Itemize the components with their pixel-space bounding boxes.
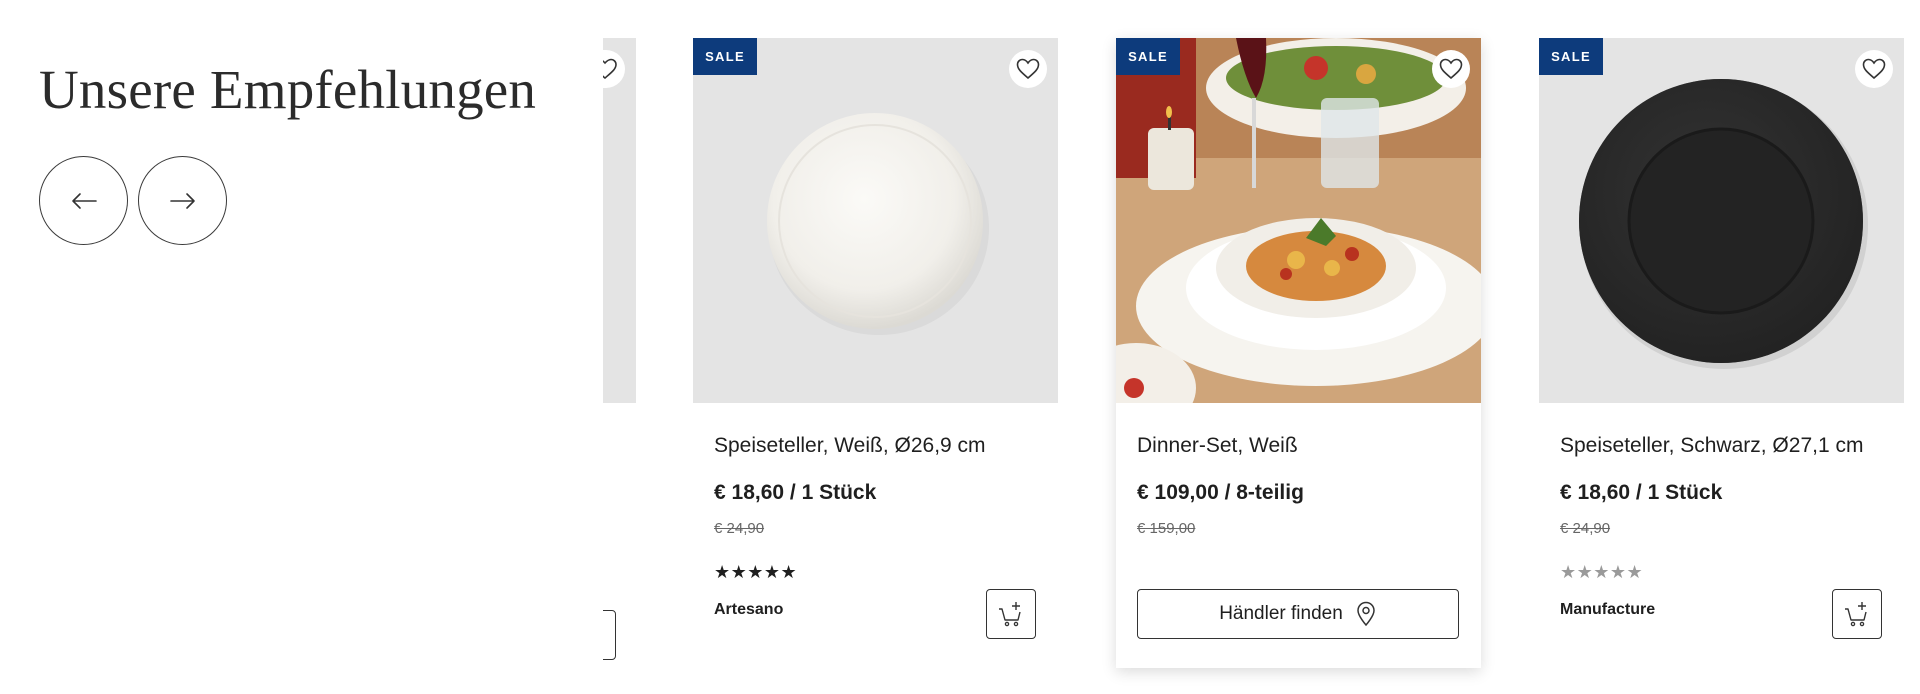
arrow-right-icon xyxy=(169,192,195,209)
heart-icon xyxy=(1862,58,1886,80)
product-price: € 109,00 / 8-teilig xyxy=(1137,481,1304,504)
cart-plus-icon xyxy=(1845,602,1867,627)
product-title[interactable]: Dinner-Set, Weiß xyxy=(1137,434,1298,458)
product-old-price: € 24,90 xyxy=(714,520,765,537)
heart-icon xyxy=(603,58,617,80)
sale-badge: SALE xyxy=(1539,38,1603,75)
product-carousel: SALE Speiseteller, Weiß, Ø26,9 cm € 18,6… xyxy=(603,0,1920,694)
product-brand: Artesano xyxy=(714,601,784,618)
dinner-set-image xyxy=(1116,38,1481,403)
sale-badge: SALE xyxy=(1116,38,1180,75)
product-price: € 18,60 / 1 Stück xyxy=(1560,481,1723,504)
product-image[interactable]: SALE xyxy=(1116,38,1481,403)
cart-plus-icon xyxy=(999,602,1021,627)
wishlist-button[interactable] xyxy=(1009,50,1047,88)
carousel-next-button[interactable] xyxy=(138,156,227,245)
product-title[interactable]: Speiseteller, Weiß, Ø26,9 cm xyxy=(714,434,986,458)
product-old-price: € 159,00 xyxy=(1137,520,1196,537)
product-price: € 18,60 / 1 Stück xyxy=(714,481,877,504)
product-card[interactable]: SALE Dinner-Set, Weiß € 109,00 / 8-teili… xyxy=(1116,38,1481,668)
sale-badge: SALE xyxy=(693,38,757,75)
heart-icon xyxy=(1016,58,1040,80)
partial-action-button[interactable] xyxy=(603,610,616,660)
product-image[interactable]: SALE xyxy=(1539,38,1904,403)
heart-icon xyxy=(1439,58,1463,80)
partial-wishlist-button[interactable] xyxy=(603,50,625,88)
product-image[interactable]: SALE xyxy=(693,38,1058,403)
section-heading: Unsere Empfehlungen xyxy=(39,59,537,120)
add-to-cart-button[interactable] xyxy=(986,589,1036,639)
rating-stars: ★★★★★ xyxy=(714,562,798,582)
carousel-prev-button[interactable] xyxy=(39,156,128,245)
product-title[interactable]: Speiseteller, Schwarz, Ø27,1 cm xyxy=(1560,434,1863,458)
location-pin-icon xyxy=(1357,601,1375,627)
product-brand: Manufacture xyxy=(1560,601,1656,618)
arrow-left-icon xyxy=(71,192,97,209)
find-dealer-button[interactable]: Händler finden xyxy=(1137,589,1459,639)
product-card[interactable]: SALE Speiseteller, Weiß, Ø26,9 cm € 18,6… xyxy=(693,38,1058,668)
wishlist-button[interactable] xyxy=(1855,50,1893,88)
product-card[interactable]: SALE Speiseteller, Schwarz, Ø27,1 cm € 1… xyxy=(1539,38,1904,668)
wishlist-button[interactable] xyxy=(1432,50,1470,88)
white-plate-image xyxy=(767,113,989,335)
add-to-cart-button[interactable] xyxy=(1832,589,1882,639)
black-plate-image xyxy=(1579,79,1868,369)
product-old-price: € 24,90 xyxy=(1560,520,1611,537)
rating-stars: ★★★★★ xyxy=(1560,562,1644,582)
partial-product-image[interactable] xyxy=(603,38,636,403)
find-dealer-label: Händler finden xyxy=(1219,603,1343,624)
